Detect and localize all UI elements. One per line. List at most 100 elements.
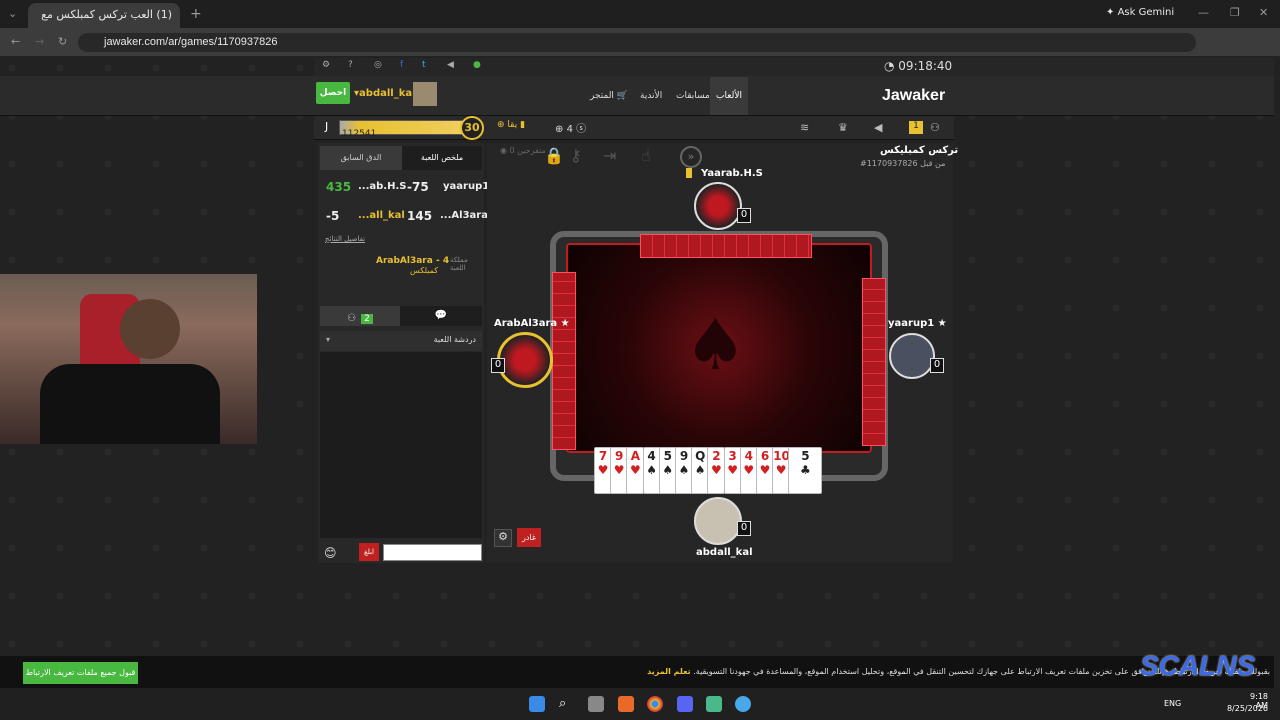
minimize-icon[interactable]: —: [1198, 6, 1209, 19]
reload-icon[interactable]: ↻: [58, 35, 67, 48]
app-icon[interactable]: ●: [473, 60, 481, 70]
chat-header[interactable]: ▾ دردشة اللعبة: [320, 331, 482, 351]
hand-card[interactable]: 5 ♣: [788, 447, 823, 494]
players-tab[interactable]: ⚇ 2: [320, 306, 400, 326]
back-icon[interactable]: ←: [11, 35, 20, 48]
chrome-icon[interactable]: [647, 696, 663, 712]
lock-icon[interactable]: 🔒: [544, 146, 564, 165]
card-rank: Q: [695, 449, 706, 463]
trophy-icon[interactable]: ♛: [838, 121, 848, 134]
sound-icon[interactable]: ◀: [447, 60, 454, 70]
card-suit: ♠: [678, 463, 690, 477]
maximize-icon[interactable]: ❐: [1230, 6, 1240, 19]
nav-clubs[interactable]: الأندية: [640, 91, 662, 101]
hand-card[interactable]: 2 ♥: [707, 447, 726, 494]
xp-progress-bar: 112541: [339, 120, 471, 139]
hand-card[interactable]: A ♥: [626, 447, 645, 494]
start-icon[interactable]: [529, 696, 545, 712]
table-felt: ♠: [566, 243, 872, 453]
site-navbar: [0, 76, 1274, 116]
user-avatar[interactable]: [413, 82, 437, 106]
jawaker-logo[interactable]: Jawaker: [882, 87, 945, 105]
bottom-player-name: abdall_kal: [696, 547, 753, 558]
top-player-avatar[interactable]: [694, 182, 742, 230]
hand-icon[interactable]: ☝: [641, 146, 651, 165]
taskbar-date[interactable]: 8/25/2026: [1226, 704, 1268, 713]
fast-forward-icon[interactable]: »: [680, 146, 702, 168]
key-icon[interactable]: ⚷: [570, 146, 582, 165]
file-explorer-icon[interactable]: [588, 696, 604, 712]
help-icon[interactable]: ?: [348, 60, 353, 70]
accept-cookies-button[interactable]: قبول جميع ملفات تعريف الارتباط: [23, 662, 138, 684]
player-count: 2: [361, 314, 373, 324]
language-indicator[interactable]: ENG: [1164, 699, 1181, 708]
card-rank: 7: [598, 449, 608, 463]
megaphone-icon[interactable]: ◀: [874, 121, 882, 134]
learn-more-link[interactable]: تعلم المزيد: [647, 667, 691, 676]
ask-gemini-button[interactable]: ✦ Ask Gemini: [1106, 7, 1174, 18]
nav-contests[interactable]: مسابقات: [676, 91, 710, 101]
settings-button[interactable]: ⚙: [494, 529, 512, 547]
search-icon[interactable]: ⌕: [559, 696, 575, 712]
kingdom-value: ArabAl3ara - 4: [376, 256, 450, 266]
team-score: -5: [326, 209, 340, 223]
card-rank: 9: [615, 449, 624, 463]
brave-icon[interactable]: [618, 696, 634, 712]
player-name: ...all_kal: [358, 210, 405, 221]
left-player-avatar[interactable]: [497, 332, 553, 388]
app-icon[interactable]: [706, 696, 722, 712]
emoji-button[interactable]: 😊: [324, 546, 337, 560]
kingdom-sub: كمبلكس: [410, 266, 439, 275]
results-details-link[interactable]: تفاصيل النتائج: [325, 235, 365, 243]
hand-card[interactable]: 3 ♥: [723, 447, 742, 494]
game-id: #1170937826 من قبل: [860, 159, 946, 168]
send-button[interactable]: ابلغ: [359, 543, 379, 561]
tab-previous-round[interactable]: الدق السابق: [320, 146, 402, 170]
card-suit: ♥: [630, 463, 641, 477]
right-player-score: 0: [930, 358, 944, 373]
notification-badge[interactable]: 1: [909, 121, 923, 134]
coins-icon: J: [325, 120, 329, 133]
card-rank: 6: [760, 449, 770, 463]
person-body: [40, 364, 220, 444]
card-suit: ♥: [597, 463, 609, 477]
instagram-icon[interactable]: ◎: [374, 60, 382, 70]
chevron-down-icon: ▾: [326, 335, 331, 344]
hand-card[interactable]: 4 ♠: [642, 447, 661, 494]
username[interactable]: ▾abdall_kal: [354, 88, 416, 99]
rss-icon[interactable]: ≋: [800, 121, 809, 134]
top-player-score: 0: [737, 208, 751, 223]
url-input[interactable]: jawaker.com/ar/games/1170937826: [78, 33, 1196, 52]
vip-badge[interactable]: ⊕ يقا ▮: [497, 120, 525, 130]
settings-icon[interactable]: ⚙: [322, 60, 330, 70]
browser-tab[interactable]: (1) العب تركس كمبلكس مع: [28, 3, 180, 28]
chips-count[interactable]: ⊕ 4 ⓢ: [555, 120, 586, 135]
bottom-player-score: 0: [737, 521, 751, 536]
tab-list-icon[interactable]: ⌄: [8, 7, 17, 20]
chat-input[interactable]: [383, 544, 482, 561]
nav-store[interactable]: المتجر 🛒: [590, 91, 628, 101]
nav-games[interactable]: الألعاب: [710, 77, 748, 115]
get-coins-button[interactable]: احصل: [316, 82, 350, 104]
coins-value: 112541: [342, 129, 377, 139]
telegram-icon[interactable]: [735, 696, 751, 712]
facebook-icon[interactable]: f: [400, 60, 403, 70]
exit-icon[interactable]: ⇥: [603, 146, 616, 165]
card-suit: ♥: [727, 463, 738, 477]
chat-messages: [320, 352, 482, 538]
kingdom-label: مملكة اللعبة: [450, 256, 468, 272]
player-name: ...Al3ara: [440, 210, 488, 221]
discord-icon[interactable]: [677, 696, 693, 712]
friends-icon[interactable]: ⚇: [930, 121, 940, 134]
bottom-player-avatar[interactable]: [694, 497, 742, 545]
right-player-avatar[interactable]: [889, 333, 935, 379]
close-icon[interactable]: ✕: [1259, 6, 1268, 19]
level-badge: 30: [460, 116, 484, 140]
twitter-icon[interactable]: t: [422, 60, 426, 70]
clock: ◔ 09:18:40: [884, 59, 953, 73]
tab-game-summary[interactable]: ملخص اللعبة: [402, 146, 482, 170]
new-tab-icon[interactable]: +: [190, 6, 202, 22]
chat-tab[interactable]: 💬: [400, 306, 482, 326]
chat-header-label: دردشة اللعبة: [433, 335, 476, 344]
leave-button[interactable]: غادر: [517, 528, 541, 547]
